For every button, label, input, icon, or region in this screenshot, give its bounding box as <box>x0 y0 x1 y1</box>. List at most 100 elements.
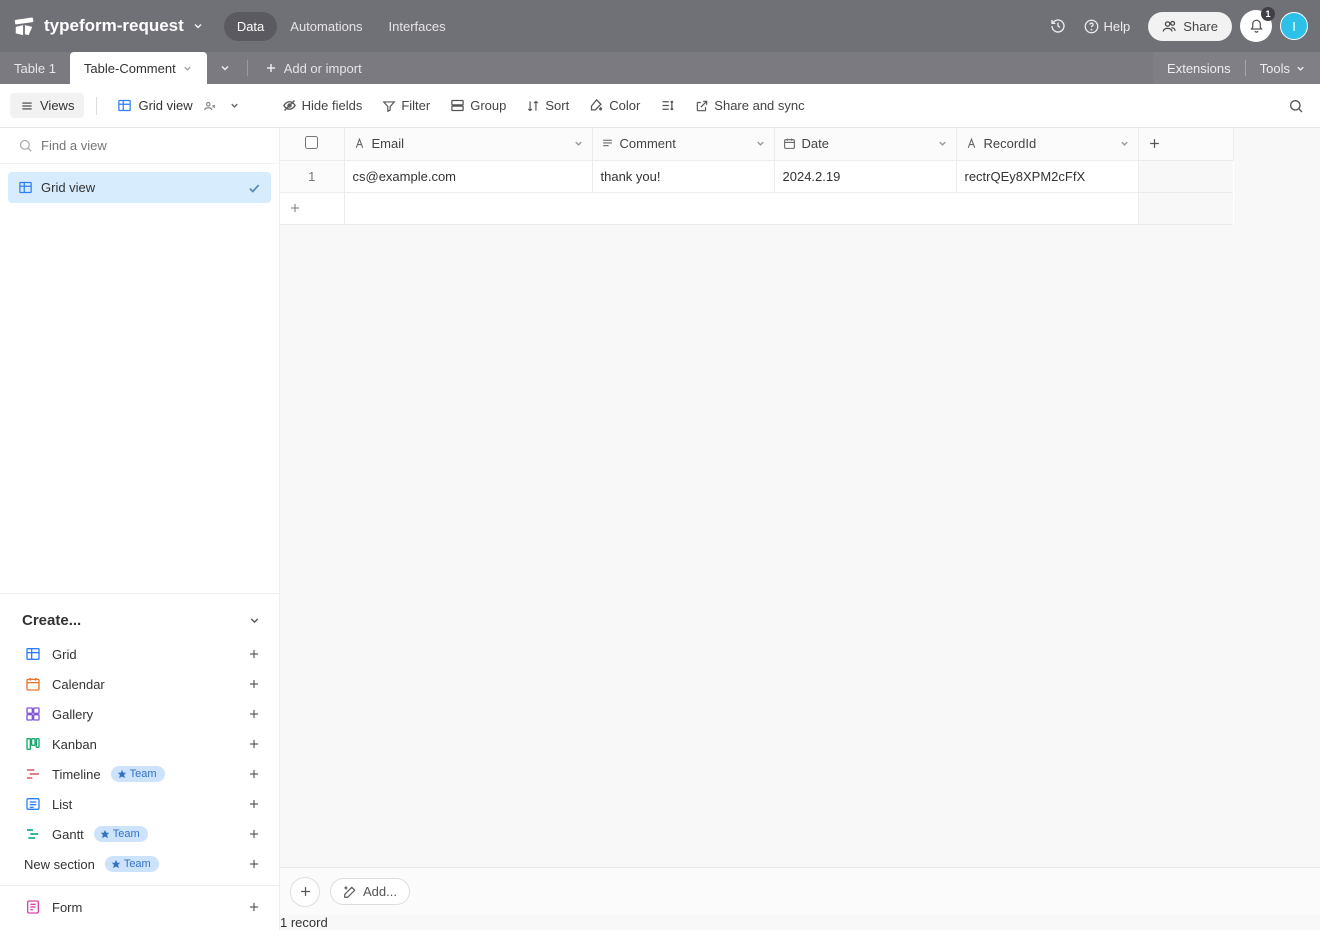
plus-icon <box>1147 136 1162 151</box>
notification-badge: 1 <box>1261 7 1275 21</box>
tab-table-comment[interactable]: Table-Comment <box>70 52 207 84</box>
select-all-header[interactable] <box>280 128 344 160</box>
create-new-section-label: New section <box>24 857 95 872</box>
create-label: Create... <box>22 612 81 629</box>
add-record-circle-button[interactable] <box>290 877 320 907</box>
find-view-input[interactable] <box>41 138 261 153</box>
help-button[interactable]: Help <box>1074 13 1141 40</box>
create-timeline[interactable]: Timeline Team <box>20 759 265 789</box>
create-gantt[interactable]: Gantt Team <box>20 819 265 849</box>
plus-icon <box>298 884 313 899</box>
history-icon[interactable] <box>1042 10 1074 42</box>
base-menu-chevron-icon[interactable] <box>188 16 208 36</box>
column-header-email[interactable]: Email <box>344 128 592 160</box>
row-height-button[interactable] <box>652 93 683 118</box>
tabs-overflow-chevron-icon[interactable] <box>207 52 243 84</box>
create-grid[interactable]: Grid <box>20 639 265 669</box>
color-button[interactable]: Color <box>581 93 648 118</box>
data-table: Email Comment <box>280 128 1234 225</box>
create-calendar[interactable]: Calendar <box>20 669 265 699</box>
bell-icon <box>1249 19 1264 34</box>
column-label: Email <box>372 136 405 151</box>
eye-off-icon <box>282 98 297 113</box>
column-menu-chevron-icon[interactable] <box>573 138 584 149</box>
create-list[interactable]: List <box>20 789 265 819</box>
nav-automations[interactable]: Automations <box>277 12 375 41</box>
create-form[interactable]: Form <box>20 892 265 922</box>
cell-date[interactable]: 2024.2.19 <box>774 160 956 192</box>
filter-label: Filter <box>401 98 430 113</box>
views-sidebar: Grid view Create... Grid Calendar <box>0 128 280 930</box>
current-view-button[interactable]: Grid view <box>109 93 247 118</box>
cell-recordid[interactable]: rectrQEy8XPM2cFfX <box>956 160 1138 192</box>
hide-fields-button[interactable]: Hide fields <box>274 93 371 118</box>
tab-label: Table 1 <box>14 61 56 76</box>
create-kanban[interactable]: Kanban <box>20 729 265 759</box>
share-sync-button[interactable]: Share and sync <box>687 93 812 118</box>
plus-icon <box>264 61 278 75</box>
column-header-date[interactable]: Date <box>774 128 956 160</box>
row-number[interactable]: 1 <box>280 160 344 192</box>
add-assistant-button[interactable]: Add... <box>330 878 410 905</box>
plus-icon <box>247 767 261 781</box>
create-grid-label: Grid <box>52 647 77 662</box>
grid-icon <box>24 646 42 662</box>
people-icon <box>1162 19 1177 34</box>
column-menu-chevron-icon[interactable] <box>1119 138 1130 149</box>
tools-button[interactable]: Tools <box>1246 52 1320 84</box>
search-records-button[interactable] <box>1282 92 1310 120</box>
nav-interfaces[interactable]: Interfaces <box>376 12 459 41</box>
column-menu-chevron-icon[interactable] <box>755 138 766 149</box>
avatar[interactable]: I <box>1280 12 1308 40</box>
help-icon <box>1084 19 1099 34</box>
views-toggle-button[interactable]: Views <box>10 93 84 118</box>
text-field-icon <box>353 137 366 150</box>
cell-email[interactable]: cs@example.com <box>344 160 592 192</box>
record-count: 1 record <box>280 915 1320 930</box>
view-options-chevron-icon[interactable] <box>229 100 240 111</box>
tab-menu-chevron-icon[interactable] <box>182 63 193 74</box>
column-header-recordid[interactable]: RecordId <box>956 128 1138 160</box>
base-name[interactable]: typeform-request <box>44 16 184 36</box>
group-button[interactable]: Group <box>442 93 514 118</box>
calendar-icon <box>24 676 42 692</box>
sort-icon <box>526 99 540 113</box>
create-calendar-label: Calendar <box>52 677 105 692</box>
long-text-icon <box>601 137 614 150</box>
filter-button[interactable]: Filter <box>374 93 438 118</box>
extensions-button[interactable]: Extensions <box>1153 52 1245 84</box>
kanban-icon <box>24 736 42 752</box>
column-menu-chevron-icon[interactable] <box>937 138 948 149</box>
gallery-icon <box>24 706 42 722</box>
list-icon <box>24 796 42 812</box>
sort-button[interactable]: Sort <box>518 93 577 118</box>
team-badge: Team <box>105 856 159 872</box>
share-button[interactable]: Share <box>1148 12 1232 41</box>
plus-icon <box>247 827 261 841</box>
people-mini-icon <box>203 99 217 113</box>
plus-icon <box>247 797 261 811</box>
tab-table-1[interactable]: Table 1 <box>0 52 70 84</box>
nav-data[interactable]: Data <box>224 12 277 41</box>
column-header-comment[interactable]: Comment <box>592 128 774 160</box>
plus-icon <box>247 707 261 721</box>
create-gallery[interactable]: Gallery <box>20 699 265 729</box>
add-row-button[interactable] <box>280 192 1233 224</box>
find-view-field[interactable] <box>0 128 279 164</box>
tables-tab-row: Table 1 Table-Comment Add or import Exte… <box>0 52 1320 84</box>
notifications-button[interactable]: 1 <box>1240 10 1272 42</box>
create-section-toggle[interactable]: Create... <box>20 606 265 639</box>
create-new-section[interactable]: New section Team <box>20 849 265 879</box>
table-row[interactable]: 1 cs@example.com thank you! 2024.2.19 re… <box>280 160 1233 192</box>
select-all-checkbox[interactable] <box>305 136 318 149</box>
view-item-grid[interactable]: Grid view <box>8 172 271 203</box>
add-or-import-button[interactable]: Add or import <box>252 52 374 84</box>
create-gantt-label: Gantt <box>52 827 84 842</box>
wand-icon <box>343 885 357 899</box>
view-toolbar: Views Grid view Hide fields Filter Group… <box>0 84 1320 128</box>
add-or-import-label: Add or import <box>284 61 362 76</box>
cell-comment[interactable]: thank you! <box>592 160 774 192</box>
add-column-button[interactable] <box>1138 128 1233 160</box>
create-list-label: List <box>52 797 72 812</box>
create-form-label: Form <box>52 900 82 915</box>
